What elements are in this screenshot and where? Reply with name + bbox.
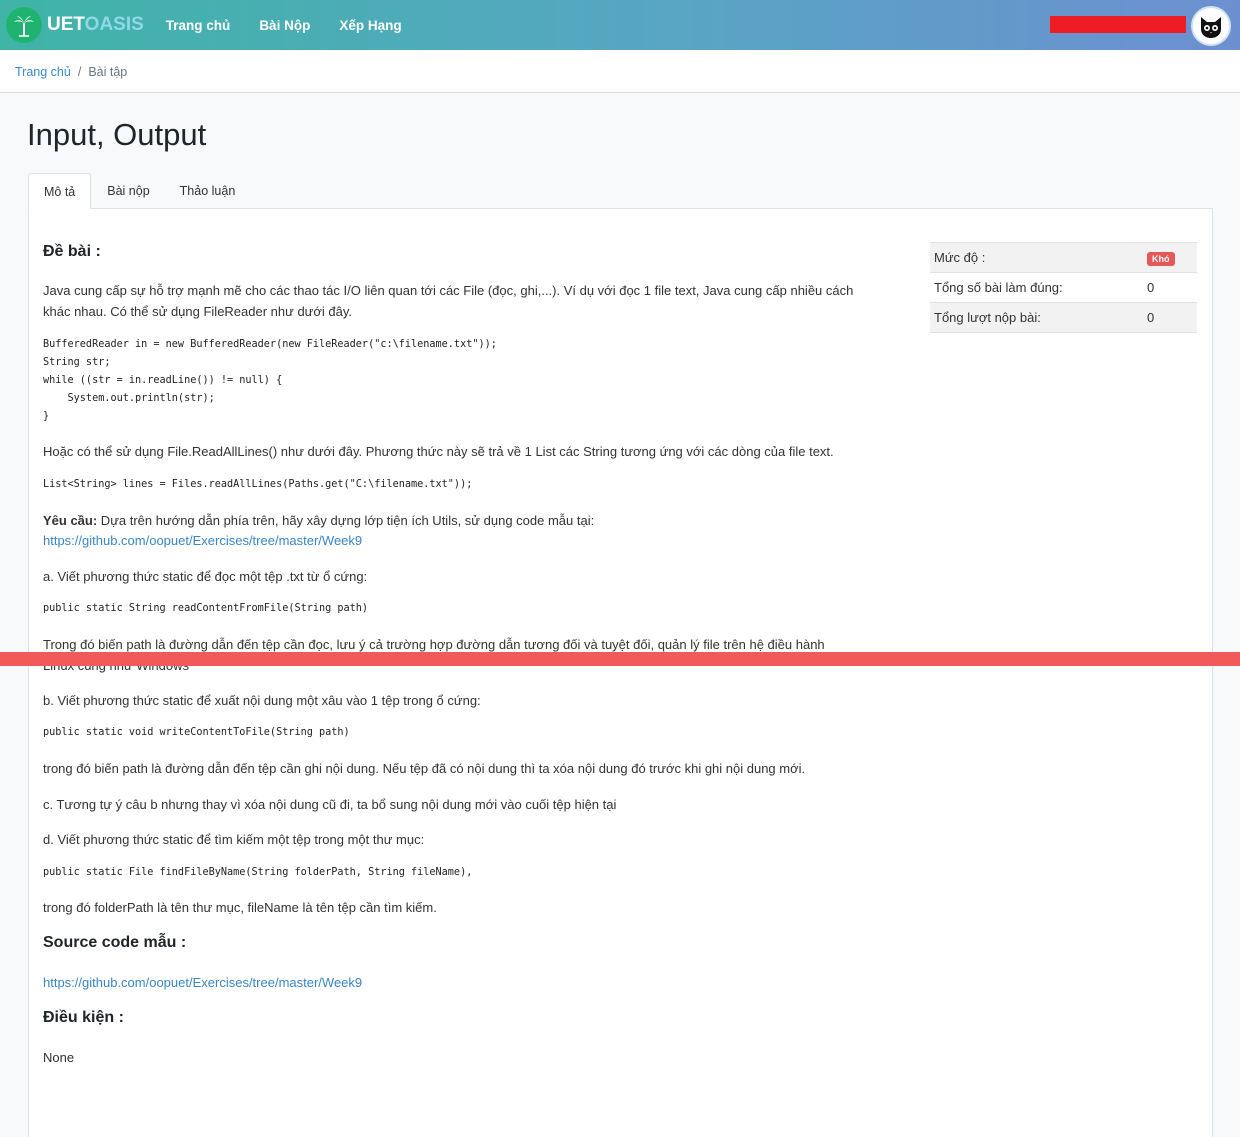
palm-tree-logo-icon	[6, 7, 42, 43]
task-d-code: public static File findFileByName(String…	[43, 867, 473, 878]
breadcrumb: Trang chủ / Bài tập	[15, 65, 127, 79]
brand-part-1: UET	[47, 14, 85, 35]
source-code-heading: Source code mẫu :	[43, 934, 187, 951]
task-d-note: trong đó folderPath là tên thư mục, file…	[43, 900, 437, 915]
correct-count-value: 0	[1147, 280, 1155, 295]
submission-count-value: 0	[1147, 310, 1155, 325]
difficulty-label: Mức độ :	[934, 250, 986, 265]
requirement-text: Yêu cầu: Dựa trên hướng dẫn phía trên, h…	[43, 510, 594, 531]
task-c-text: c. Tương tự ý câu b nhưng thay vì xóa nộ…	[43, 797, 617, 812]
problem-info-table: Mức độ : Khó Tổng số bài làm đúng: 0 Tổn…	[930, 242, 1197, 333]
difficulty-badge: Khó	[1147, 251, 1175, 266]
intro-line-2: khác nhau. Có thể sử dụng FileReader như…	[43, 304, 353, 319]
task-a-text: a. Viết phương thức static để đọc một tệ…	[43, 569, 368, 584]
user-avatar[interactable]	[1191, 6, 1231, 46]
task-a-code: public static String readContentFromFile…	[43, 603, 369, 614]
task-b-note: trong đó biến path là đường dẫn đến tệp …	[43, 761, 806, 776]
redacted-username	[1050, 16, 1186, 33]
correct-count-row: Tổng số bài làm đúng: 0	[930, 273, 1197, 303]
intro-line-1: Java cung cấp sự hỗ trợ mạnh mẽ cho các …	[43, 283, 854, 298]
task-b-text: b. Viết phương thức static để xuất nội d…	[43, 693, 481, 708]
requirement-link[interactable]: https://github.com/oopuet/Exercises/tree…	[43, 530, 362, 551]
nav-home-link[interactable]: Trang chủ	[166, 18, 231, 33]
cat-avatar-icon	[1201, 17, 1221, 38]
nav-links: Trang chủ Bài Nộp Xếp Hạng	[155, 18, 420, 33]
page-title: Input, Output	[27, 117, 207, 152]
task-d-text: d. Viết phương thức static để tìm kiếm m…	[43, 832, 425, 847]
brand-part-2: OASIS	[84, 14, 144, 35]
statement-heading: Đề bài :	[43, 243, 101, 260]
requirement-body: Dựa trên hướng dẫn phía trên, hãy xây dự…	[97, 513, 595, 528]
nav-ranking-link[interactable]: Xếp Hạng	[339, 18, 401, 33]
submission-count-row: Tổng lượt nộp bài: 0	[930, 303, 1197, 333]
requirement-label: Yêu cầu:	[43, 513, 98, 528]
conditions-value: None	[43, 1050, 75, 1065]
submission-count-label: Tổng lượt nộp bài:	[934, 310, 1041, 325]
correct-count-label: Tổng số bài làm đúng:	[934, 280, 1063, 295]
breadcrumb-home-link[interactable]: Trang chủ	[15, 65, 71, 79]
breadcrumb-current: Bài tập	[88, 65, 128, 79]
nav-submissions-link[interactable]: Bài Nộp	[259, 18, 310, 33]
source-code-link[interactable]: https://github.com/oopuet/Exercises/tree…	[43, 972, 362, 993]
overlay-red-line	[0, 652, 1240, 666]
top-navbar: UETOASIS Trang chủ Bài Nộp Xếp Hạng	[0, 0, 1240, 50]
code-sample-readalllines: List<String> lines = Files.readAllLines(…	[43, 479, 473, 490]
tab-submissions[interactable]: Bài nộp	[92, 173, 164, 209]
conditions-heading: Điều kiện :	[43, 1009, 124, 1026]
task-b-code: public static void writeContentToFile(St…	[43, 727, 350, 738]
code-sample-filereader: BufferedReader in = new BufferedReader(n…	[43, 339, 497, 422]
brand[interactable]: UETOASIS	[6, 5, 144, 45]
alt-method-text: Hoặc có thể sử dụng File.ReadAllLines() …	[43, 444, 834, 459]
tab-description[interactable]: Mô tả	[28, 173, 92, 209]
brand-name: UETOASIS	[47, 14, 144, 36]
breadcrumb-bar: Trang chủ / Bài tập	[0, 50, 1240, 93]
difficulty-row: Mức độ : Khó	[930, 243, 1197, 273]
problem-tabs: Mô tả Bài nộp Thảo luận	[28, 173, 250, 209]
tab-discussion[interactable]: Thảo luận	[165, 173, 251, 209]
breadcrumb-separator: /	[77, 65, 82, 79]
